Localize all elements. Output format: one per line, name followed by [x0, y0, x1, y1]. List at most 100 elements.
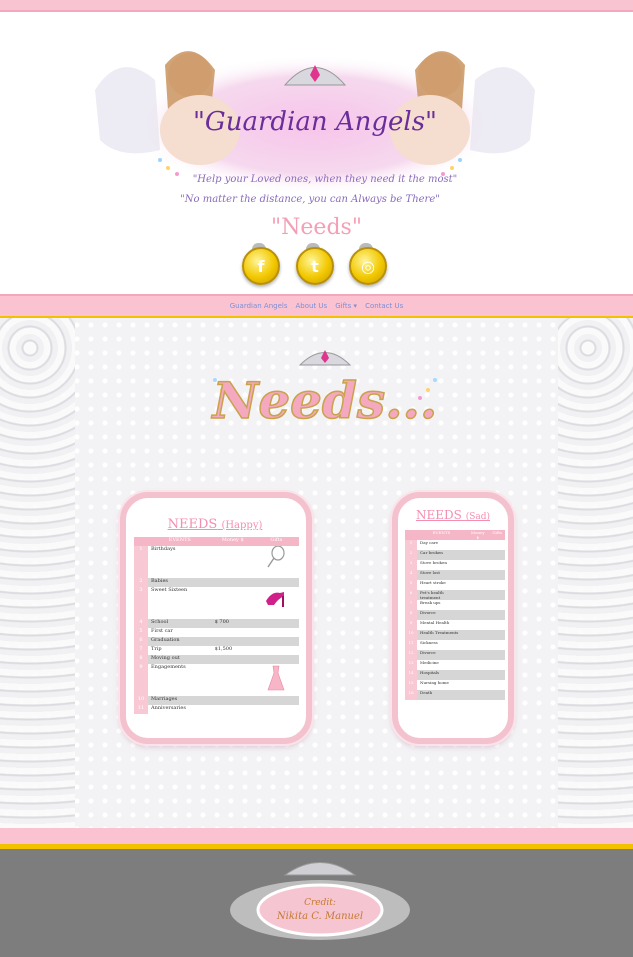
happy-col-money: Money $ [211, 537, 254, 546]
money-cell [466, 630, 490, 640]
money-cell [466, 670, 490, 680]
happy-table-row: 8 Moving out [134, 655, 299, 664]
event-cell: Anniversaries [151, 705, 186, 711]
event-cell: Death [417, 690, 467, 700]
dress-icon [267, 665, 285, 691]
chevron-down-icon: ▾ [353, 302, 358, 310]
money-cell [466, 610, 490, 620]
row-number: 3 [405, 560, 417, 570]
row-number: 15 [405, 680, 417, 690]
gift-cell [254, 705, 299, 714]
gift-cell [489, 650, 505, 660]
row-number: 7 [134, 646, 148, 655]
happy-title-main: NEEDS [167, 517, 218, 532]
instagram-icon[interactable]: ◎ [349, 247, 387, 285]
happy-table-row: 4 School $ 700 [134, 619, 299, 628]
event-cell: Graduation [148, 637, 212, 646]
row-number: 7 [405, 600, 417, 610]
tagline-line-1: "Help your Loved ones, when they need it… [193, 174, 458, 185]
nav-contact-us[interactable]: Contact Us [365, 302, 403, 310]
gift-cell [489, 690, 505, 700]
twitter-icon[interactable]: t [296, 247, 334, 285]
gift-cell [489, 580, 505, 590]
gift-cell [489, 680, 505, 690]
sad-table-row: 5 Heart stroke [405, 580, 505, 590]
gift-cell [254, 628, 299, 637]
needs-title-text: Needs... [211, 371, 438, 430]
sad-header-row: EVENTS Money $ Gifts [405, 530, 505, 540]
tiara-icon [298, 350, 352, 366]
money-cell [212, 705, 254, 714]
tiara-icon [283, 862, 357, 876]
gift-cell [253, 619, 299, 628]
event-cell: Stove broken [420, 560, 447, 565]
gift-cell [489, 660, 505, 670]
row-number: 6 [405, 590, 417, 600]
money-cell [466, 660, 489, 670]
row-number: 9 [405, 620, 417, 630]
sad-table-row: 4 Stove lost [405, 570, 505, 580]
row-number: 6 [134, 637, 148, 646]
main-nav: Guardian Angels About Us Gifts ▾ Contact… [0, 294, 633, 320]
happy-table-row: 9 Engagements [134, 664, 299, 696]
gift-cell [253, 578, 299, 587]
money-cell [466, 590, 490, 600]
event-cell: Car broken [417, 550, 467, 560]
money-cell [212, 546, 254, 578]
event-cell: School [148, 619, 212, 628]
row-number: 5 [405, 580, 417, 590]
happy-table-row: 5 First car [134, 628, 299, 637]
gift-cell [489, 670, 505, 680]
money-cell [211, 637, 254, 646]
sad-col-num [405, 530, 417, 540]
event-cell: Divorce [417, 650, 467, 660]
sad-table-row: 3 Stove broken [405, 560, 505, 570]
event-cell: Sickness [420, 640, 438, 645]
nav-gifts[interactable]: Gifts ▾ [335, 302, 357, 310]
nav-about-us[interactable]: About Us [296, 302, 328, 310]
row-number: 4 [134, 619, 148, 628]
event-cell: Break ups [420, 600, 441, 605]
event-cell: Divorce [417, 610, 467, 620]
gift-cell [253, 655, 299, 664]
needs-decorative-title: Needs... [210, 350, 438, 431]
money-cell [466, 680, 489, 690]
sad-subtitle: (Sad) [465, 512, 491, 522]
sad-table-row: 6 Pet's health treatment [405, 590, 505, 600]
row-number: 8 [405, 610, 417, 620]
row-number: 13 [405, 660, 417, 670]
money-cell [466, 580, 489, 590]
gift-cell [253, 696, 299, 705]
left-lace-border [0, 318, 75, 828]
gift-cell [254, 545, 299, 578]
money-cell [212, 587, 254, 619]
sad-table: EVENTS Money $ Gifts 1 Day care 2 Car broke… [405, 530, 505, 700]
nav-guardian-angels[interactable]: Guardian Angels [230, 302, 288, 310]
row-number: 8 [134, 655, 148, 664]
money-cell [466, 600, 489, 610]
gift-cell [489, 610, 505, 620]
gift-cell [489, 560, 505, 570]
right-lace-border [558, 318, 633, 828]
tagline-line-2: "No matter the distance, you can Always … [180, 194, 440, 205]
page-heading: "Needs" [271, 215, 362, 240]
row-number: 1 [405, 540, 417, 550]
row-number: 10 [405, 630, 417, 640]
gift-cell [489, 540, 505, 550]
event-cell: Marriages [148, 696, 212, 705]
row-number: 16 [405, 690, 417, 700]
gift-cell [489, 620, 505, 630]
facebook-icon[interactable]: f [242, 247, 280, 285]
event-cell: Trip [151, 646, 162, 652]
event-cell: Day care [420, 540, 439, 545]
racket-icon [267, 545, 285, 568]
event-cell: Medicine [420, 660, 439, 665]
credit-badge: Credit: Nikita C. Manuel [230, 862, 410, 940]
happy-table-row: 3 Sweet Sixteen [134, 587, 299, 619]
happy-table-row: 6 Graduation [134, 637, 299, 646]
event-cell: Hospitals [417, 670, 467, 680]
event-cell: Birthdays [151, 546, 176, 552]
happy-col-gifts: Gifts [253, 537, 299, 546]
event-cell: Pet's health treatment [417, 590, 467, 600]
row-number: 10 [134, 696, 148, 705]
